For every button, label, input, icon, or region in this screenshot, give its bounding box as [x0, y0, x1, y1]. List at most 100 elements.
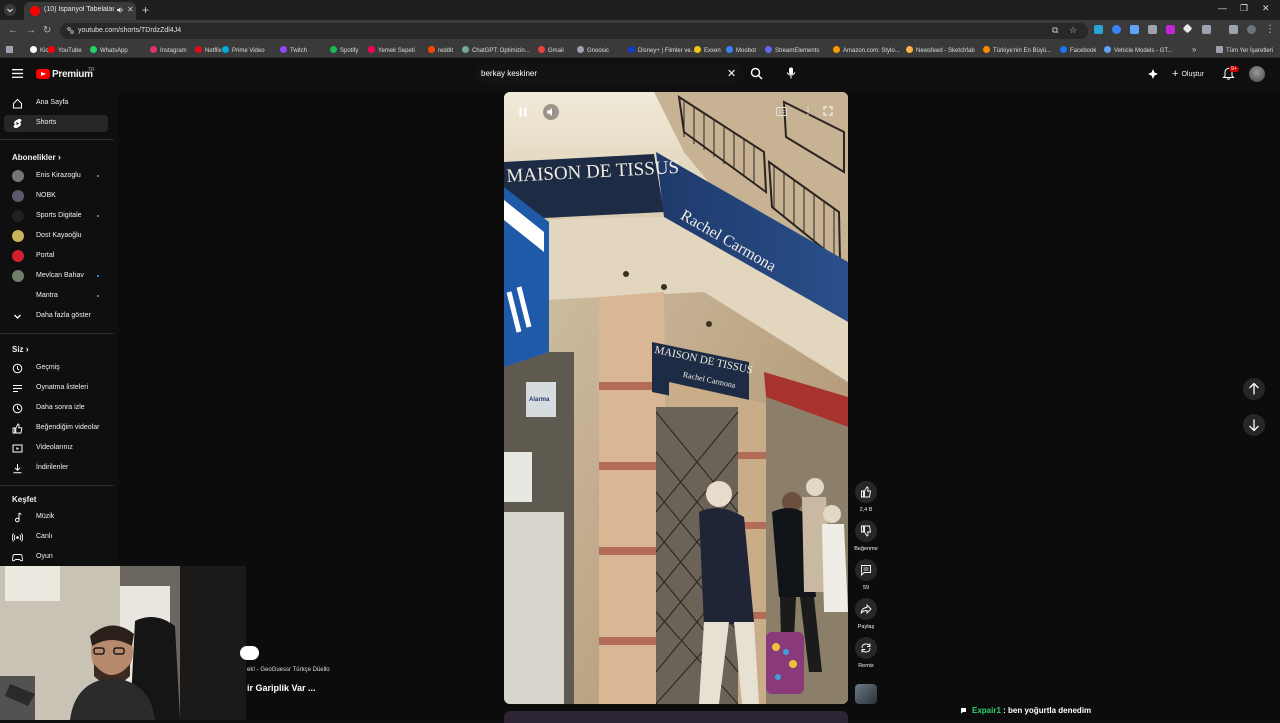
more-options-icon[interactable]: ⋮ [803, 106, 813, 117]
account-avatar[interactable] [1249, 66, 1265, 82]
forward-button[interactable]: → [26, 25, 36, 36]
search-icon[interactable] [750, 67, 763, 80]
all-bookmarks-folder[interactable]: Tüm Yer İşaretleri [1216, 46, 1273, 54]
new-tab-button[interactable]: + [142, 3, 149, 17]
address-bar[interactable]: youtube.com/shorts/TDrdzZdl4J4 ⧉ ☆ [60, 23, 1088, 39]
shorts-video-player[interactable]: MAISON DE TISSUS Rachel Carmona MAISON D… [504, 92, 848, 704]
sidebar-item-ana-sayfa[interactable]: Ana Sayfa [4, 95, 108, 112]
like-button[interactable]: 2,4 B [855, 481, 877, 513]
subscriptions-header[interactable]: Abonelikler › [12, 152, 61, 162]
bookmark-item[interactable]: Gnoosic [577, 46, 609, 54]
sidebar-item-beğendiğim-videolar[interactable]: Beğendiğim videolar [4, 420, 108, 437]
fullscreen-icon[interactable] [823, 106, 833, 116]
next-short-preview[interactable] [504, 711, 848, 723]
tab-search-button[interactable] [4, 4, 16, 16]
extension-icon[interactable] [1166, 25, 1175, 34]
volume-icon[interactable] [543, 104, 559, 120]
stream-overlay-title: ir Gariplik Var ... [247, 683, 316, 693]
bookmark-item[interactable]: Prime Video [222, 46, 265, 54]
tab-close-icon[interactable]: ✕ [127, 5, 134, 14]
sidebar-item-oynatma-listeleri[interactable]: Oynatma listeleri [4, 380, 108, 397]
bookmark-favicon-icon [222, 46, 229, 53]
cast-icon[interactable] [1147, 68, 1159, 80]
extension-icon[interactable] [1130, 25, 1139, 34]
sidebar-item-shorts[interactable]: Shorts [4, 115, 108, 132]
sidebar-item-canlı[interactable]: Canlı [4, 529, 108, 546]
bookmark-item[interactable]: ChatGPT: Optimizin... [462, 46, 530, 54]
reading-list-icon[interactable] [1229, 25, 1238, 34]
show-more-button[interactable]: Daha fazla göster [4, 308, 108, 325]
clear-search-icon[interactable]: ✕ [727, 67, 736, 80]
sidebar-item-daha-sonra-izle[interactable]: Daha sonra izle [4, 400, 108, 417]
extension-icon[interactable] [1182, 23, 1193, 34]
explore-header: Keşfet [12, 495, 37, 504]
back-button[interactable]: ← [8, 25, 18, 36]
bookmark-item[interactable]: Vehicle Models - GT... [1104, 46, 1172, 54]
subscription-item[interactable]: Sports Digitale [4, 208, 108, 225]
subscription-item[interactable]: NOBK [4, 188, 108, 205]
bookmark-star-icon[interactable]: ☆ [1069, 25, 1077, 36]
sound-thumbnail[interactable] [855, 684, 877, 704]
reload-button[interactable]: ↻ [43, 25, 51, 36]
sidebar-item-label: Shorts [36, 119, 57, 126]
maximize-button[interactable]: ❐ [1240, 3, 1248, 14]
apps-grid-icon[interactable] [6, 46, 13, 53]
bookmark-item[interactable]: Amazon.com: Stylo... [833, 46, 900, 54]
subscription-item[interactable]: Mantra [4, 288, 108, 305]
site-info-icon[interactable] [66, 26, 75, 35]
sidebar-item-müzik[interactable]: Müzik [4, 509, 108, 526]
profile-icon[interactable] [1247, 25, 1256, 34]
search-input[interactable]: berkay keskiner ✕ [474, 64, 744, 84]
sidebar-item-videolarınız[interactable]: Videolarınız [4, 440, 108, 457]
you-header[interactable]: Siz › [12, 344, 29, 354]
extension-icon[interactable] [1094, 25, 1103, 34]
chevron-right-icon: › [57, 152, 61, 162]
subscription-item[interactable]: Mevlcan Bahav [4, 268, 108, 285]
bookmark-item[interactable]: Türkiye'nin En Büyü... [983, 46, 1051, 54]
more-bookmarks-icon[interactable]: » [1192, 45, 1196, 54]
dislike-button[interactable]: Beğenme [854, 520, 878, 552]
bookmark-item[interactable]: StreamElements [765, 46, 819, 54]
minimize-button[interactable]: — [1218, 3, 1227, 13]
pause-icon[interactable] [517, 106, 529, 118]
comments-button[interactable]: 59 [855, 559, 877, 591]
bookmark-item[interactable]: Twitch [280, 46, 307, 54]
bookmark-item[interactable]: reddit [428, 46, 453, 54]
bookmark-item[interactable]: YouTube [48, 46, 82, 54]
sidebar-item-oyun[interactable]: Oyun [4, 549, 108, 566]
voice-search-icon[interactable] [784, 66, 798, 80]
bookmark-item[interactable]: WhatsApp [90, 46, 128, 54]
bookmark-item[interactable]: Disney+ | Filmler ve... [628, 46, 696, 54]
sidebar-item-i-ndirilenler[interactable]: İndirilenler [4, 460, 108, 477]
bookmark-item[interactable]: Netflix [195, 46, 222, 54]
browser-tab-active[interactable]: (10) İspanyol Tabelalarında ✕ [24, 2, 136, 20]
subscription-item[interactable]: Dost Kayaoğlu [4, 228, 108, 245]
bookmark-item[interactable]: Moobot [726, 46, 756, 54]
create-button[interactable]: + Oluştur [1166, 66, 1210, 82]
remix-button[interactable]: Remix [855, 637, 877, 669]
bookmark-item[interactable]: Gmail [538, 46, 564, 54]
bookmark-item[interactable]: Newsfeed - Sketchfab [906, 46, 975, 54]
extensions-puzzle-icon[interactable] [1202, 25, 1211, 34]
extension-icon[interactable] [1112, 25, 1121, 34]
install-app-icon[interactable]: ⧉ [1052, 25, 1058, 36]
next-short-button[interactable] [1243, 414, 1265, 436]
subscription-item[interactable]: Portal [4, 248, 108, 265]
share-button[interactable]: Paylaş [855, 598, 877, 630]
bookmark-item[interactable]: Facebook [1060, 46, 1096, 54]
sidebar-item-geçmiş[interactable]: Geçmiş [4, 360, 108, 377]
bookmark-favicon-icon [195, 46, 202, 53]
bookmark-item[interactable]: Yemek Sepeti [368, 46, 415, 54]
captions-icon[interactable] [776, 107, 787, 116]
youtube-logo-icon[interactable] [36, 69, 50, 79]
close-window-button[interactable]: ✕ [1262, 3, 1270, 14]
audio-playing-icon[interactable] [116, 6, 124, 14]
hamburger-menu-icon[interactable] [12, 69, 23, 78]
subscription-item[interactable]: Enis Kirazoglu [4, 168, 108, 185]
chrome-menu-icon[interactable]: ⋮ [1265, 24, 1275, 35]
previous-short-button[interactable] [1243, 378, 1265, 400]
bookmark-item[interactable]: Instagram [150, 46, 187, 54]
bookmark-item[interactable]: Exxen [694, 46, 721, 54]
bookmark-item[interactable]: Spotify [330, 46, 358, 54]
extension-icon[interactable] [1148, 25, 1157, 34]
